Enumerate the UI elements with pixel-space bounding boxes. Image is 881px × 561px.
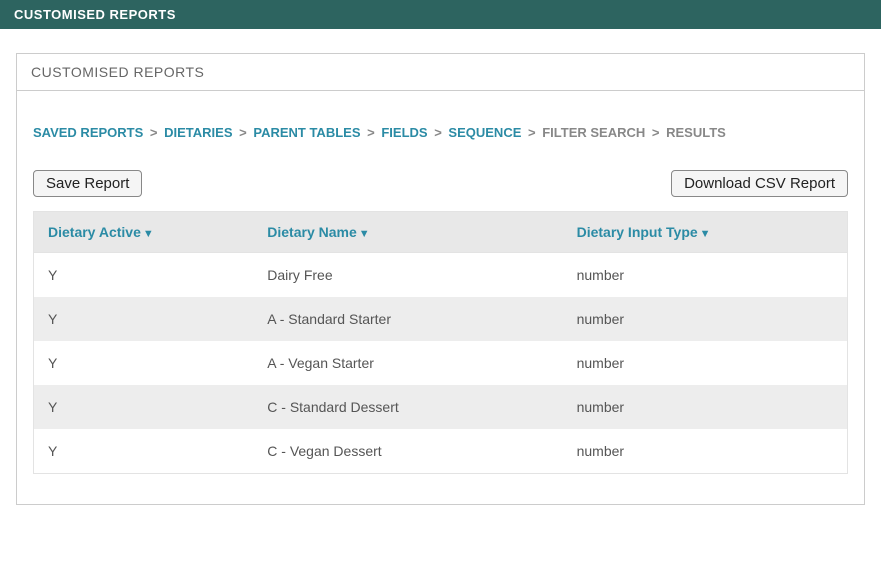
table-row: Y C - Standard Dessert number (34, 385, 848, 429)
cell-dietary-input-type: number (563, 429, 848, 474)
table-row: Y A - Vegan Starter number (34, 341, 848, 385)
app-top-bar: CUSTOMISED REPORTS (0, 0, 881, 29)
col-label: Dietary Name (267, 224, 357, 240)
cell-dietary-name: A - Standard Starter (253, 297, 562, 341)
cell-dietary-name: Dairy Free (253, 253, 562, 298)
cell-dietary-name: C - Vegan Dessert (253, 429, 562, 474)
breadcrumb-separator: > (528, 125, 536, 140)
breadcrumb-saved-reports[interactable]: SAVED REPORTS (33, 125, 143, 140)
col-label: Dietary Input Type (577, 224, 698, 240)
cell-dietary-name: C - Standard Dessert (253, 385, 562, 429)
cell-dietary-name: A - Vegan Starter (253, 341, 562, 385)
breadcrumb-filter-search: FILTER SEARCH (542, 125, 645, 140)
col-label: Dietary Active (48, 224, 141, 240)
col-header-dietary-active[interactable]: Dietary Active▼ (34, 212, 254, 253)
panel-title: CUSTOMISED REPORTS (17, 54, 864, 91)
app-title: CUSTOMISED REPORTS (14, 7, 176, 22)
breadcrumb-parent-tables[interactable]: PARENT TABLES (253, 125, 360, 140)
sort-desc-icon: ▼ (359, 228, 370, 240)
save-report-button[interactable]: Save Report (33, 170, 142, 197)
action-row: Save Report Download CSV Report (33, 170, 848, 197)
cell-dietary-input-type: number (563, 385, 848, 429)
cell-dietary-input-type: number (563, 297, 848, 341)
breadcrumb-separator: > (367, 125, 375, 140)
breadcrumb-results: RESULTS (666, 125, 726, 140)
breadcrumb-dietaries[interactable]: DIETARIES (164, 125, 232, 140)
panel-customised-reports: CUSTOMISED REPORTS SAVED REPORTS > DIETA… (16, 53, 865, 505)
results-table: Dietary Active▼ Dietary Name▼ Dietary In… (33, 211, 848, 474)
breadcrumb-separator: > (239, 125, 247, 140)
table-row: Y Dairy Free number (34, 253, 848, 298)
download-csv-button[interactable]: Download CSV Report (671, 170, 848, 197)
sort-desc-icon: ▼ (700, 228, 711, 240)
cell-dietary-active: Y (34, 429, 254, 474)
table-row: Y A - Standard Starter number (34, 297, 848, 341)
cell-dietary-active: Y (34, 385, 254, 429)
cell-dietary-input-type: number (563, 341, 848, 385)
cell-dietary-active: Y (34, 253, 254, 298)
cell-dietary-active: Y (34, 341, 254, 385)
breadcrumb-sequence[interactable]: SEQUENCE (448, 125, 521, 140)
breadcrumb-fields[interactable]: FIELDS (381, 125, 427, 140)
breadcrumb: SAVED REPORTS > DIETARIES > PARENT TABLE… (33, 125, 848, 140)
cell-dietary-input-type: number (563, 253, 848, 298)
table-row: Y C - Vegan Dessert number (34, 429, 848, 474)
cell-dietary-active: Y (34, 297, 254, 341)
breadcrumb-separator: > (434, 125, 442, 140)
col-header-dietary-name[interactable]: Dietary Name▼ (253, 212, 562, 253)
panel-body: SAVED REPORTS > DIETARIES > PARENT TABLE… (17, 91, 864, 504)
breadcrumb-separator: > (150, 125, 158, 140)
breadcrumb-separator: > (652, 125, 660, 140)
sort-desc-icon: ▼ (143, 228, 154, 240)
col-header-dietary-input-type[interactable]: Dietary Input Type▼ (563, 212, 848, 253)
